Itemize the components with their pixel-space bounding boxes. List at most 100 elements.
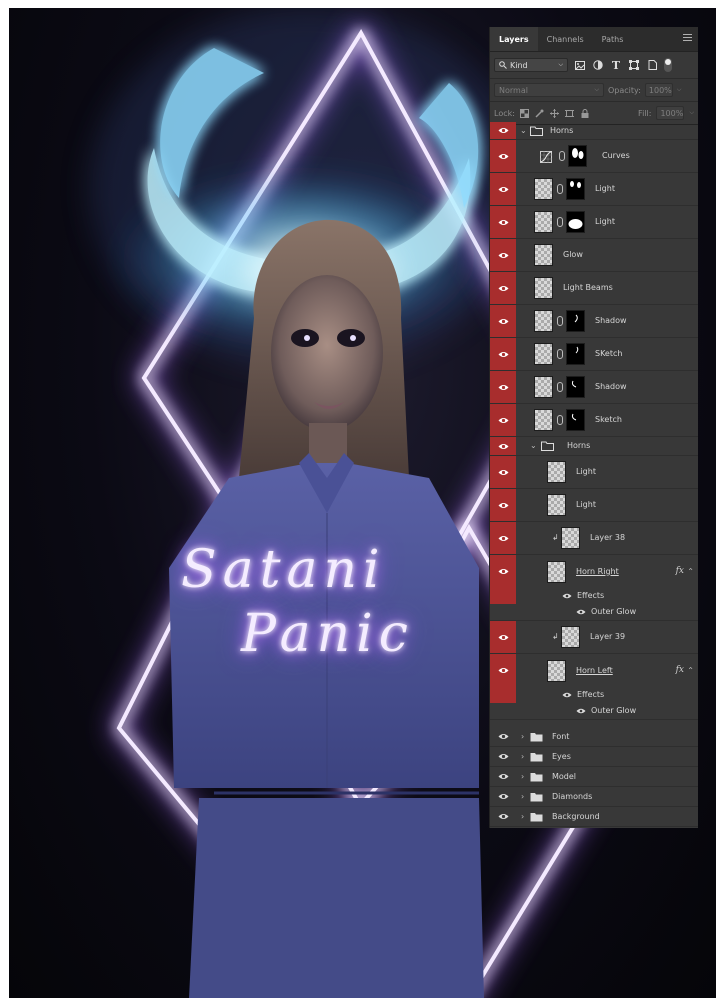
effects-row[interactable]: Effects — [490, 687, 698, 703]
image-filter-icon[interactable] — [574, 59, 586, 71]
shape-filter-icon[interactable] — [628, 59, 640, 71]
layer-row-horn-left[interactable]: Horn Left fx ⌃ — [490, 654, 698, 687]
chevron-down-icon[interactable]: ⌄ — [520, 126, 528, 135]
opacity-input[interactable]: 100% — [644, 83, 673, 97]
lock-position-icon[interactable] — [550, 108, 560, 118]
type-filter-icon[interactable]: T — [610, 59, 622, 72]
link-icon[interactable] — [557, 316, 563, 326]
kind-filter-select[interactable]: Kind ⌵ — [494, 58, 568, 72]
lock-all-icon[interactable] — [580, 108, 590, 118]
effects-row[interactable]: Effects — [490, 588, 698, 604]
lock-artboard-icon[interactable] — [565, 108, 575, 118]
layer-row-light-beams[interactable]: Light Beams — [490, 272, 698, 305]
layer-row-diamonds-group[interactable]: › Diamonds — [490, 787, 698, 807]
chevron-up-icon[interactable]: ⌃ — [687, 666, 694, 675]
eye-icon[interactable] — [562, 692, 572, 698]
visibility-toggle[interactable] — [490, 555, 516, 588]
layer-row-light-1[interactable]: Light — [490, 173, 698, 206]
tab-channels[interactable]: Channels — [538, 27, 593, 51]
link-icon[interactable] — [557, 349, 563, 359]
layer-thumbnail[interactable] — [547, 494, 566, 516]
visibility-toggle[interactable] — [490, 787, 516, 806]
visibility-toggle[interactable] — [490, 807, 516, 826]
chevron-down-icon[interactable]: ⌵ — [689, 109, 694, 117]
visibility-toggle[interactable] — [490, 122, 516, 139]
chevron-right-icon[interactable]: › — [521, 752, 529, 761]
visibility-toggle[interactable] — [490, 305, 516, 337]
layer-row-glow[interactable]: Glow — [490, 239, 698, 272]
outer-glow-row[interactable]: Outer Glow — [490, 604, 698, 621]
layer-mask-thumbnail[interactable] — [566, 343, 585, 365]
blend-mode-select[interactable]: Normal ⌵ — [494, 83, 604, 97]
layer-thumbnail[interactable] — [534, 310, 553, 332]
layer-thumbnail[interactable] — [534, 277, 553, 299]
layer-thumbnail[interactable] — [534, 244, 553, 266]
visibility-toggle[interactable] — [490, 239, 516, 271]
layer-thumbnail[interactable] — [534, 178, 553, 200]
layer-mask-thumbnail[interactable] — [566, 310, 585, 332]
visibility-toggle[interactable] — [490, 747, 516, 766]
chevron-right-icon[interactable]: › — [521, 792, 529, 801]
layer-mask-thumbnail[interactable] — [566, 178, 585, 200]
filter-toggle[interactable] — [664, 58, 672, 72]
chevron-right-icon[interactable]: › — [521, 732, 529, 741]
layer-row-horns-subgroup[interactable]: ⌄ Horns — [490, 437, 698, 456]
layer-row-layer-39[interactable]: ↲ Layer 39 — [490, 621, 698, 654]
eye-icon[interactable] — [576, 708, 586, 714]
adjustment-filter-icon[interactable] — [592, 59, 604, 71]
tab-paths[interactable]: Paths — [593, 27, 633, 51]
visibility-toggle[interactable] — [490, 489, 516, 521]
tab-layers[interactable]: Layers — [490, 27, 538, 51]
layer-thumbnail[interactable] — [561, 527, 580, 549]
chevron-down-icon[interactable]: ⌵ — [677, 86, 682, 94]
visibility-toggle[interactable] — [490, 404, 516, 436]
chevron-up-icon[interactable]: ⌃ — [687, 567, 694, 576]
visibility-toggle[interactable] — [490, 371, 516, 403]
fill-input[interactable]: 100% — [656, 106, 685, 120]
visibility-toggle[interactable] — [490, 621, 516, 653]
layer-thumbnail[interactable] — [534, 376, 553, 398]
outer-glow-row[interactable]: Outer Glow — [490, 703, 698, 720]
layer-thumbnail[interactable] — [547, 560, 566, 583]
link-icon[interactable] — [557, 184, 563, 194]
layer-row-layer-38[interactable]: ↲ Layer 38 — [490, 522, 698, 555]
layer-row-light-4[interactable]: Light — [490, 489, 698, 522]
layer-row-shadow-2[interactable]: Shadow — [490, 371, 698, 404]
layer-mask-thumbnail[interactable] — [566, 376, 585, 398]
layer-row-background-group[interactable]: › Background — [490, 807, 698, 827]
layer-thumbnail[interactable] — [534, 409, 553, 431]
smart-object-filter-icon[interactable] — [646, 59, 658, 71]
layer-row-curves[interactable]: Curves — [490, 140, 698, 173]
chevron-right-icon[interactable]: › — [521, 772, 529, 781]
layer-row-eyes-group[interactable]: › Eyes — [490, 747, 698, 767]
layer-mask-thumbnail[interactable] — [568, 145, 587, 167]
layer-thumbnail[interactable] — [534, 343, 553, 365]
visibility-toggle[interactable] — [490, 654, 516, 687]
link-icon[interactable] — [559, 151, 565, 161]
layer-mask-thumbnail[interactable] — [566, 211, 585, 233]
visibility-toggle[interactable] — [490, 272, 516, 304]
layer-effects-icon[interactable]: fx — [676, 665, 684, 675]
layer-row-horn-right[interactable]: Horn Right fx ⌃ — [490, 555, 698, 588]
lock-image-pixels-icon[interactable] — [535, 108, 545, 118]
layer-row-light-3[interactable]: Light — [490, 456, 698, 489]
panel-menu-icon[interactable] — [683, 34, 692, 43]
chevron-down-icon[interactable]: ⌄ — [530, 442, 538, 450]
visibility-toggle[interactable] — [490, 338, 516, 370]
visibility-toggle[interactable] — [490, 173, 516, 205]
visibility-toggle[interactable] — [490, 437, 516, 455]
chevron-right-icon[interactable]: › — [521, 812, 529, 821]
lock-transparent-pixels-icon[interactable] — [520, 108, 530, 118]
layer-mask-thumbnail[interactable] — [566, 409, 585, 431]
eye-icon[interactable] — [576, 609, 586, 615]
layer-thumbnail[interactable] — [561, 626, 580, 648]
visibility-toggle[interactable] — [490, 456, 516, 488]
link-icon[interactable] — [557, 217, 563, 227]
layer-row-font-group[interactable]: › Font — [490, 727, 698, 747]
layer-row-model-group[interactable]: › Model — [490, 767, 698, 787]
layer-row-sketch-1[interactable]: SKetch — [490, 338, 698, 371]
layer-row-sketch-2[interactable]: Sketch — [490, 404, 698, 437]
eye-icon[interactable] — [562, 593, 572, 599]
layer-row-shadow-1[interactable]: Shadow — [490, 305, 698, 338]
layer-effects-icon[interactable]: fx — [676, 566, 684, 576]
